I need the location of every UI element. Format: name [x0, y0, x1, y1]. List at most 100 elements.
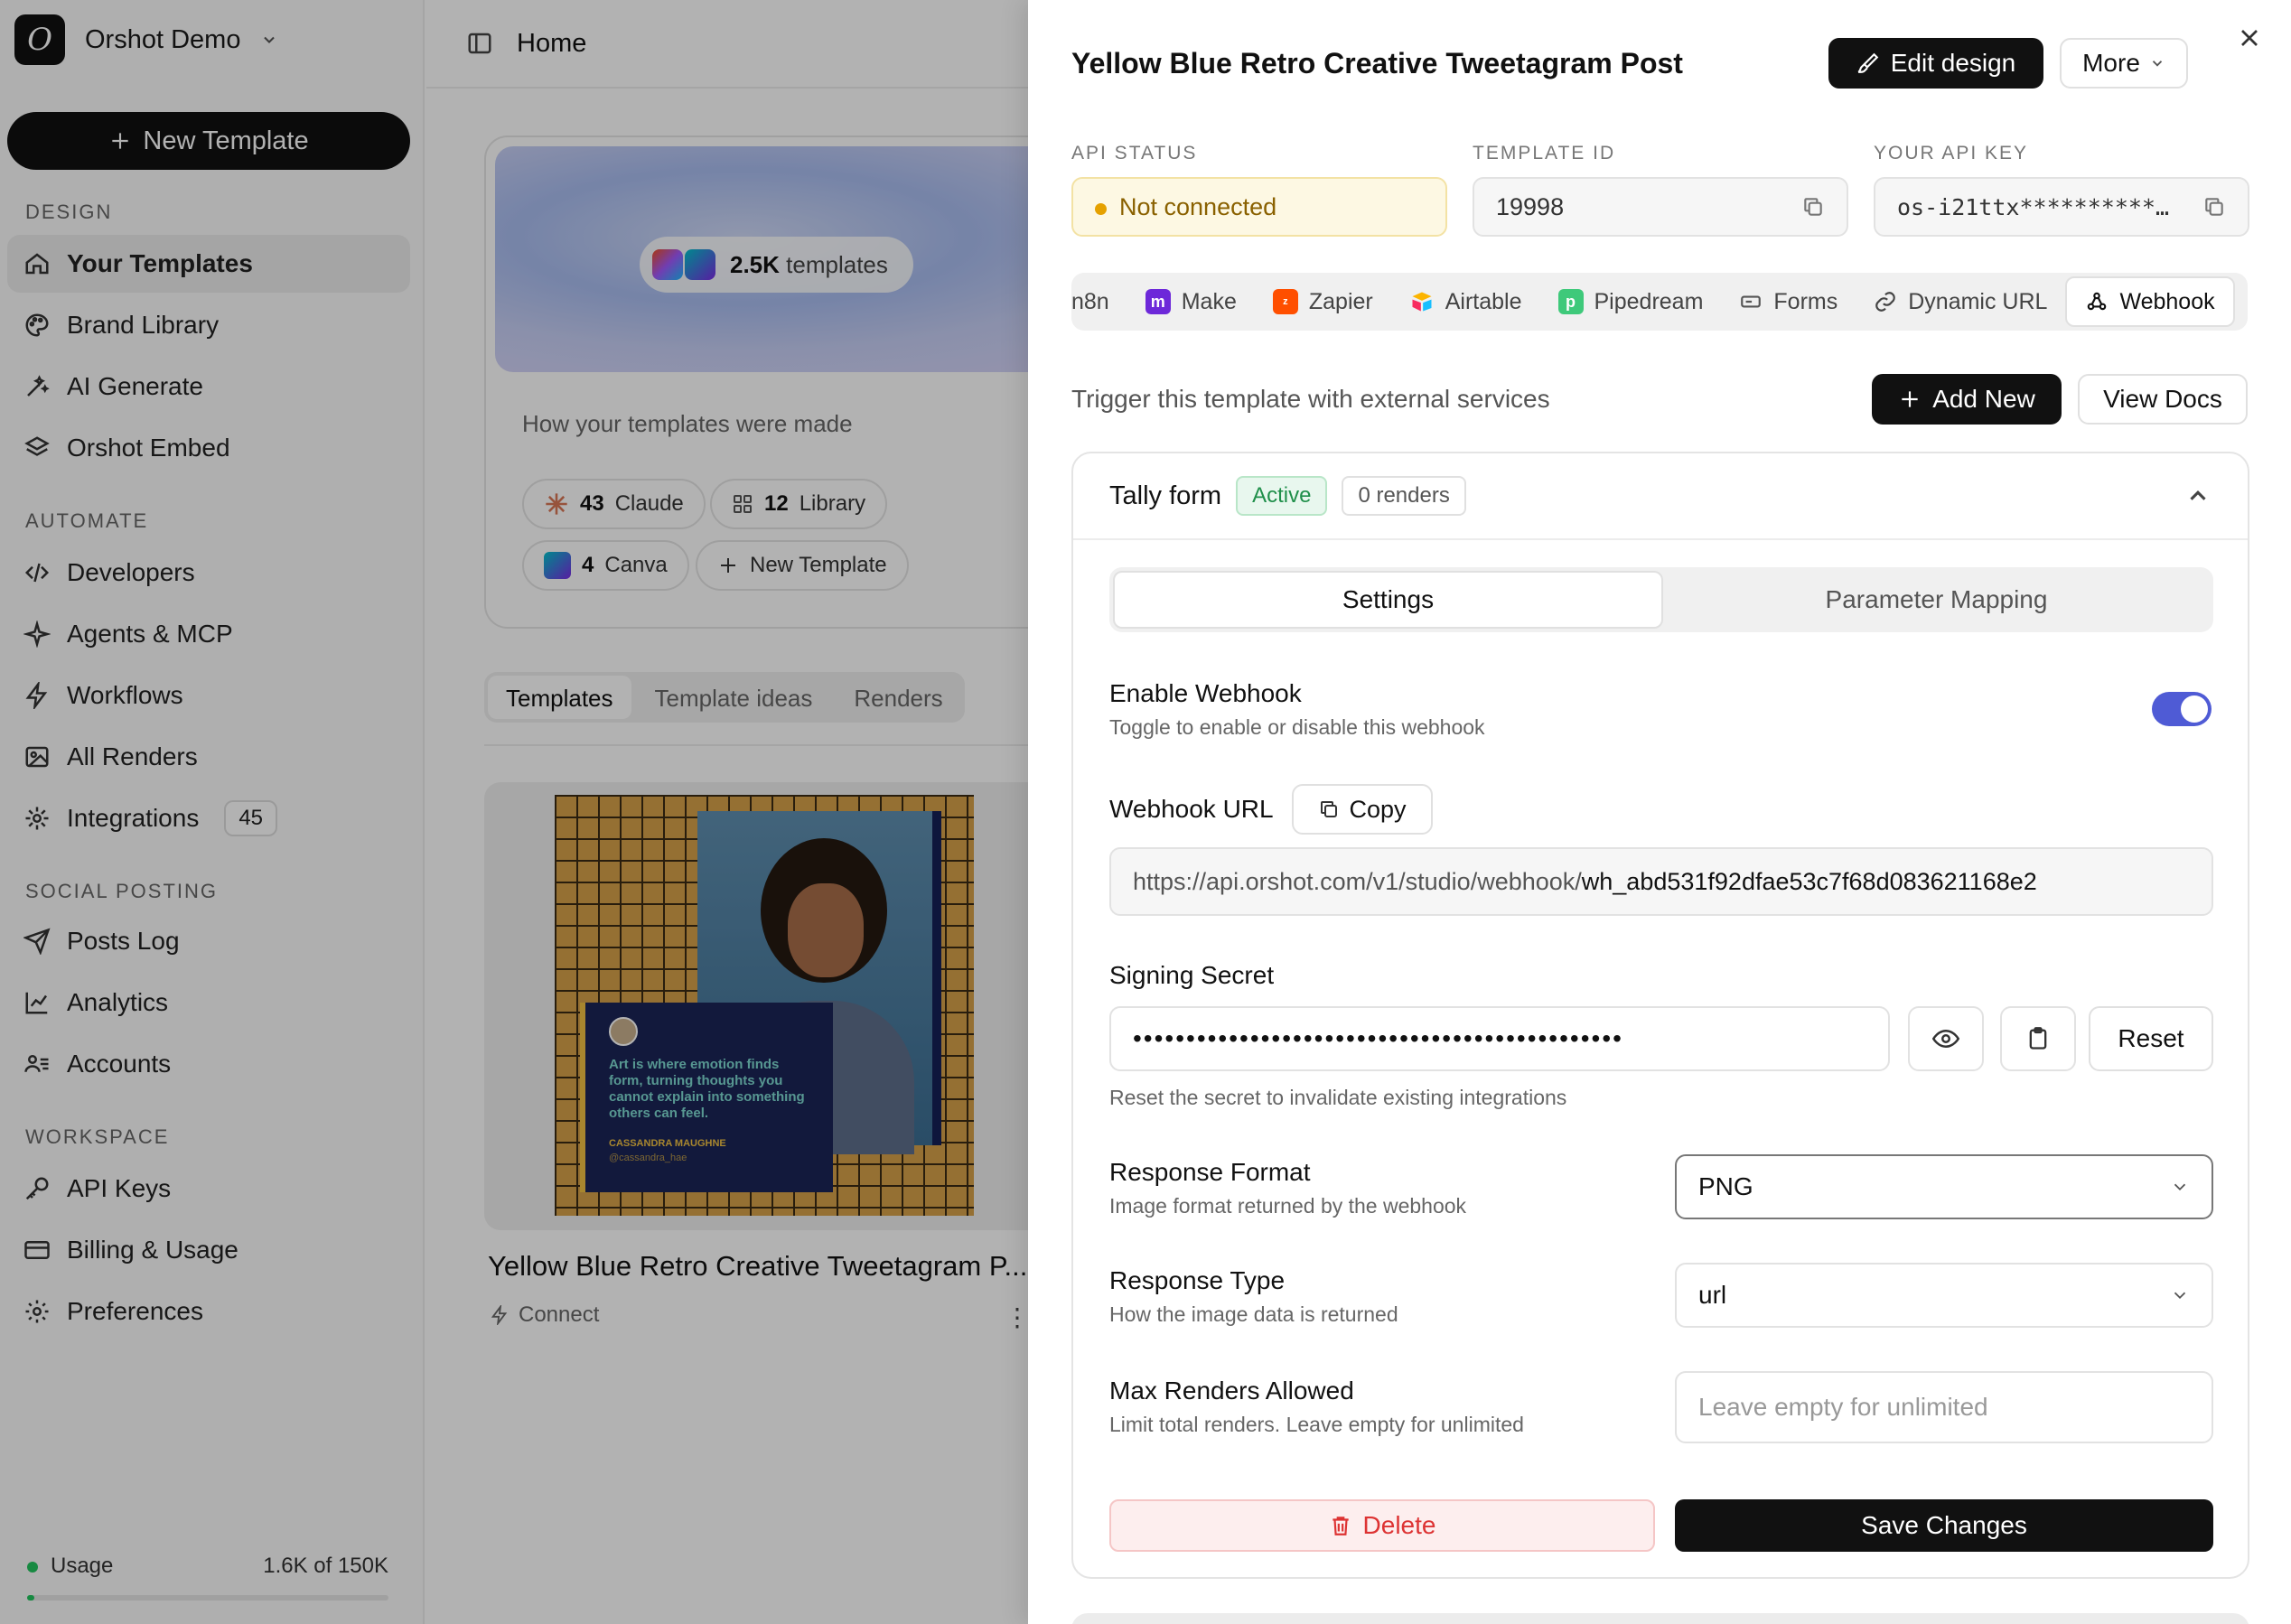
copy-icon[interactable]: [1801, 195, 1825, 219]
service-label: Pipedream: [1594, 288, 1704, 314]
service-label: n8n: [1071, 288, 1109, 314]
service-label: Make: [1181, 288, 1237, 314]
service-tab-zapier[interactable]: z Zapier: [1255, 276, 1391, 327]
plus-icon: [1902, 391, 1918, 407]
service-label: Forms: [1773, 288, 1838, 314]
webhook-url-id: wh_abd531f92dfae53c7f68d083621168e2: [1581, 867, 2037, 895]
api-status-field: Not connected: [1071, 177, 1447, 237]
toggle-knob: [2181, 695, 2208, 723]
chevron-down-icon: [2174, 1183, 2186, 1191]
service-label: Dynamic URL: [1908, 288, 2048, 314]
response-format-help: Image format returned by the webhook: [1109, 1194, 1467, 1218]
secret-help-text: Reset the secret to invalidate existing …: [1109, 1086, 1567, 1109]
link-icon: [1875, 292, 1896, 312]
webhook-url-field[interactable]: https://api.orshot.com/v1/studio/webhook…: [1109, 847, 2213, 916]
template-id-label: TEMPLATE ID: [1473, 143, 1616, 163]
service-tab-n8n[interactable]: n8n: [1071, 276, 1127, 327]
max-renders-label: Max Renders Allowed: [1109, 1377, 1354, 1405]
response-type-value: url: [1698, 1281, 1727, 1309]
more-button[interactable]: More: [2060, 38, 2188, 89]
service-tab-make[interactable]: m Make: [1127, 276, 1255, 327]
trash-icon: [1332, 1517, 1349, 1535]
template-id-field: 19998: [1473, 177, 1848, 237]
close-icon[interactable]: [2235, 23, 2264, 52]
enable-webhook-label: Enable Webhook: [1109, 679, 1302, 707]
api-key-field: os-i21ttx**********…: [1874, 177, 2249, 237]
service-tab-airtable[interactable]: Airtable: [1391, 276, 1540, 327]
service-label: Zapier: [1308, 288, 1373, 314]
service-tab-pipedream[interactable]: p Pipedream: [1540, 276, 1722, 327]
signing-secret-label: Signing Secret: [1109, 961, 1275, 989]
make-icon: m: [1145, 289, 1171, 314]
trigger-description: Trigger this template with external serv…: [1071, 385, 1550, 413]
save-changes-button[interactable]: Save Changes: [1675, 1499, 2213, 1552]
tab-settings[interactable]: Settings: [1113, 571, 1663, 629]
reset-secret-button[interactable]: Reset: [2089, 1006, 2213, 1071]
api-status-label: API STATUS: [1071, 143, 1198, 163]
zapier-icon: z: [1272, 289, 1298, 314]
edit-design-label: Edit design: [1890, 49, 2016, 77]
template-drawer: Yellow Blue Retro Creative Tweetagram Po…: [1028, 0, 2291, 1624]
chevron-down-icon: [2174, 1292, 2186, 1300]
chevron-up-icon[interactable]: [2184, 482, 2212, 509]
status-dot: [1095, 202, 1107, 215]
api-status-value-wrap: Not connected: [1095, 193, 1276, 221]
webhook-url-prefix: https://api.orshot.com/v1/studio/webhook…: [1133, 867, 1582, 895]
chevron-down-icon: [2152, 61, 2163, 67]
api-key-value: os-i21ttx**********…: [1897, 193, 2170, 220]
view-docs-label: View Docs: [2103, 385, 2222, 413]
enable-webhook-help: Toggle to enable or disable this webhook: [1109, 715, 1485, 739]
add-new-label: Add New: [1932, 385, 2035, 413]
service-label: Webhook: [2119, 288, 2215, 314]
status-badge: Active: [1236, 476, 1328, 516]
service-label: Airtable: [1445, 288, 1522, 314]
more-label: More: [2082, 49, 2140, 77]
edit-design-button[interactable]: Edit design: [1828, 38, 2043, 89]
webhook-name: Tally form: [1109, 481, 1222, 510]
webhook-card: Tally form Active 0 renders Settings Par…: [1071, 452, 2249, 1579]
service-tab-dynamic-url[interactable]: Dynamic URL: [1856, 276, 2065, 327]
tab-parameter-mapping[interactable]: Parameter Mapping: [1663, 571, 2210, 629]
copy-url-button[interactable]: Copy: [1292, 784, 1433, 835]
form-icon: [1741, 295, 1762, 308]
api-key-label: YOUR API KEY: [1874, 143, 2029, 163]
drawer-title: Yellow Blue Retro Creative Tweetagram Po…: [1071, 47, 1683, 79]
response-type-select[interactable]: url: [1675, 1263, 2213, 1328]
webhook-card-header[interactable]: Tally form Active 0 renders: [1073, 453, 2248, 540]
template-id-value: 19998: [1496, 192, 1565, 220]
view-docs-button[interactable]: View Docs: [2078, 374, 2248, 425]
copy-label: Copy: [1349, 795, 1407, 823]
reveal-secret-button[interactable]: [1908, 1006, 1984, 1071]
max-renders-input[interactable]: [1675, 1371, 2213, 1443]
response-type-help: How the image data is returned: [1109, 1302, 1398, 1326]
service-tab-webhook[interactable]: Webhook: [2065, 276, 2235, 327]
response-type-label: Response Type: [1109, 1266, 1286, 1294]
reset-label: Reset: [2118, 1024, 2184, 1052]
brush-icon: [1857, 52, 1879, 73]
signing-secret-field[interactable]: ••••••••••••••••••••••••••••••••••••••••…: [1109, 1006, 1890, 1071]
webhook-url-label: Webhook URL: [1109, 795, 1274, 823]
next-webhook-card-edge: [1071, 1613, 2249, 1624]
clipboard-icon: [2029, 1027, 2047, 1050]
copy-secret-button[interactable]: [2000, 1006, 2076, 1071]
enable-webhook-toggle[interactable]: [2152, 692, 2212, 726]
settings-segmented-control: Settings Parameter Mapping: [1109, 567, 2213, 632]
eye-icon: [1932, 1029, 1959, 1049]
response-format-value: PNG: [1698, 1172, 1753, 1200]
delete-label: Delete: [1362, 1511, 1436, 1539]
service-tab-forms[interactable]: Forms: [1721, 276, 1856, 327]
renders-badge: 0 renders: [1342, 476, 1466, 516]
delete-webhook-button[interactable]: Delete: [1109, 1499, 1655, 1552]
response-format-label: Response Format: [1109, 1158, 1311, 1186]
max-renders-help: Limit total renders. Leave empty for unl…: [1109, 1413, 1524, 1436]
add-new-button[interactable]: Add New: [1872, 374, 2062, 425]
webhook-icon: [2088, 292, 2107, 311]
copy-icon[interactable]: [2202, 195, 2226, 219]
integration-services-tabs: n8n m Make z Zapier Airtable p Pipedream…: [1071, 273, 2248, 331]
modal-backdrop[interactable]: [0, 0, 1028, 1624]
pipedream-icon: p: [1557, 289, 1584, 314]
copy-icon: [1321, 801, 1338, 817]
airtable-icon: [1412, 292, 1432, 312]
response-format-select[interactable]: PNG: [1675, 1154, 2213, 1219]
api-status-value: Not connected: [1119, 192, 1277, 220]
